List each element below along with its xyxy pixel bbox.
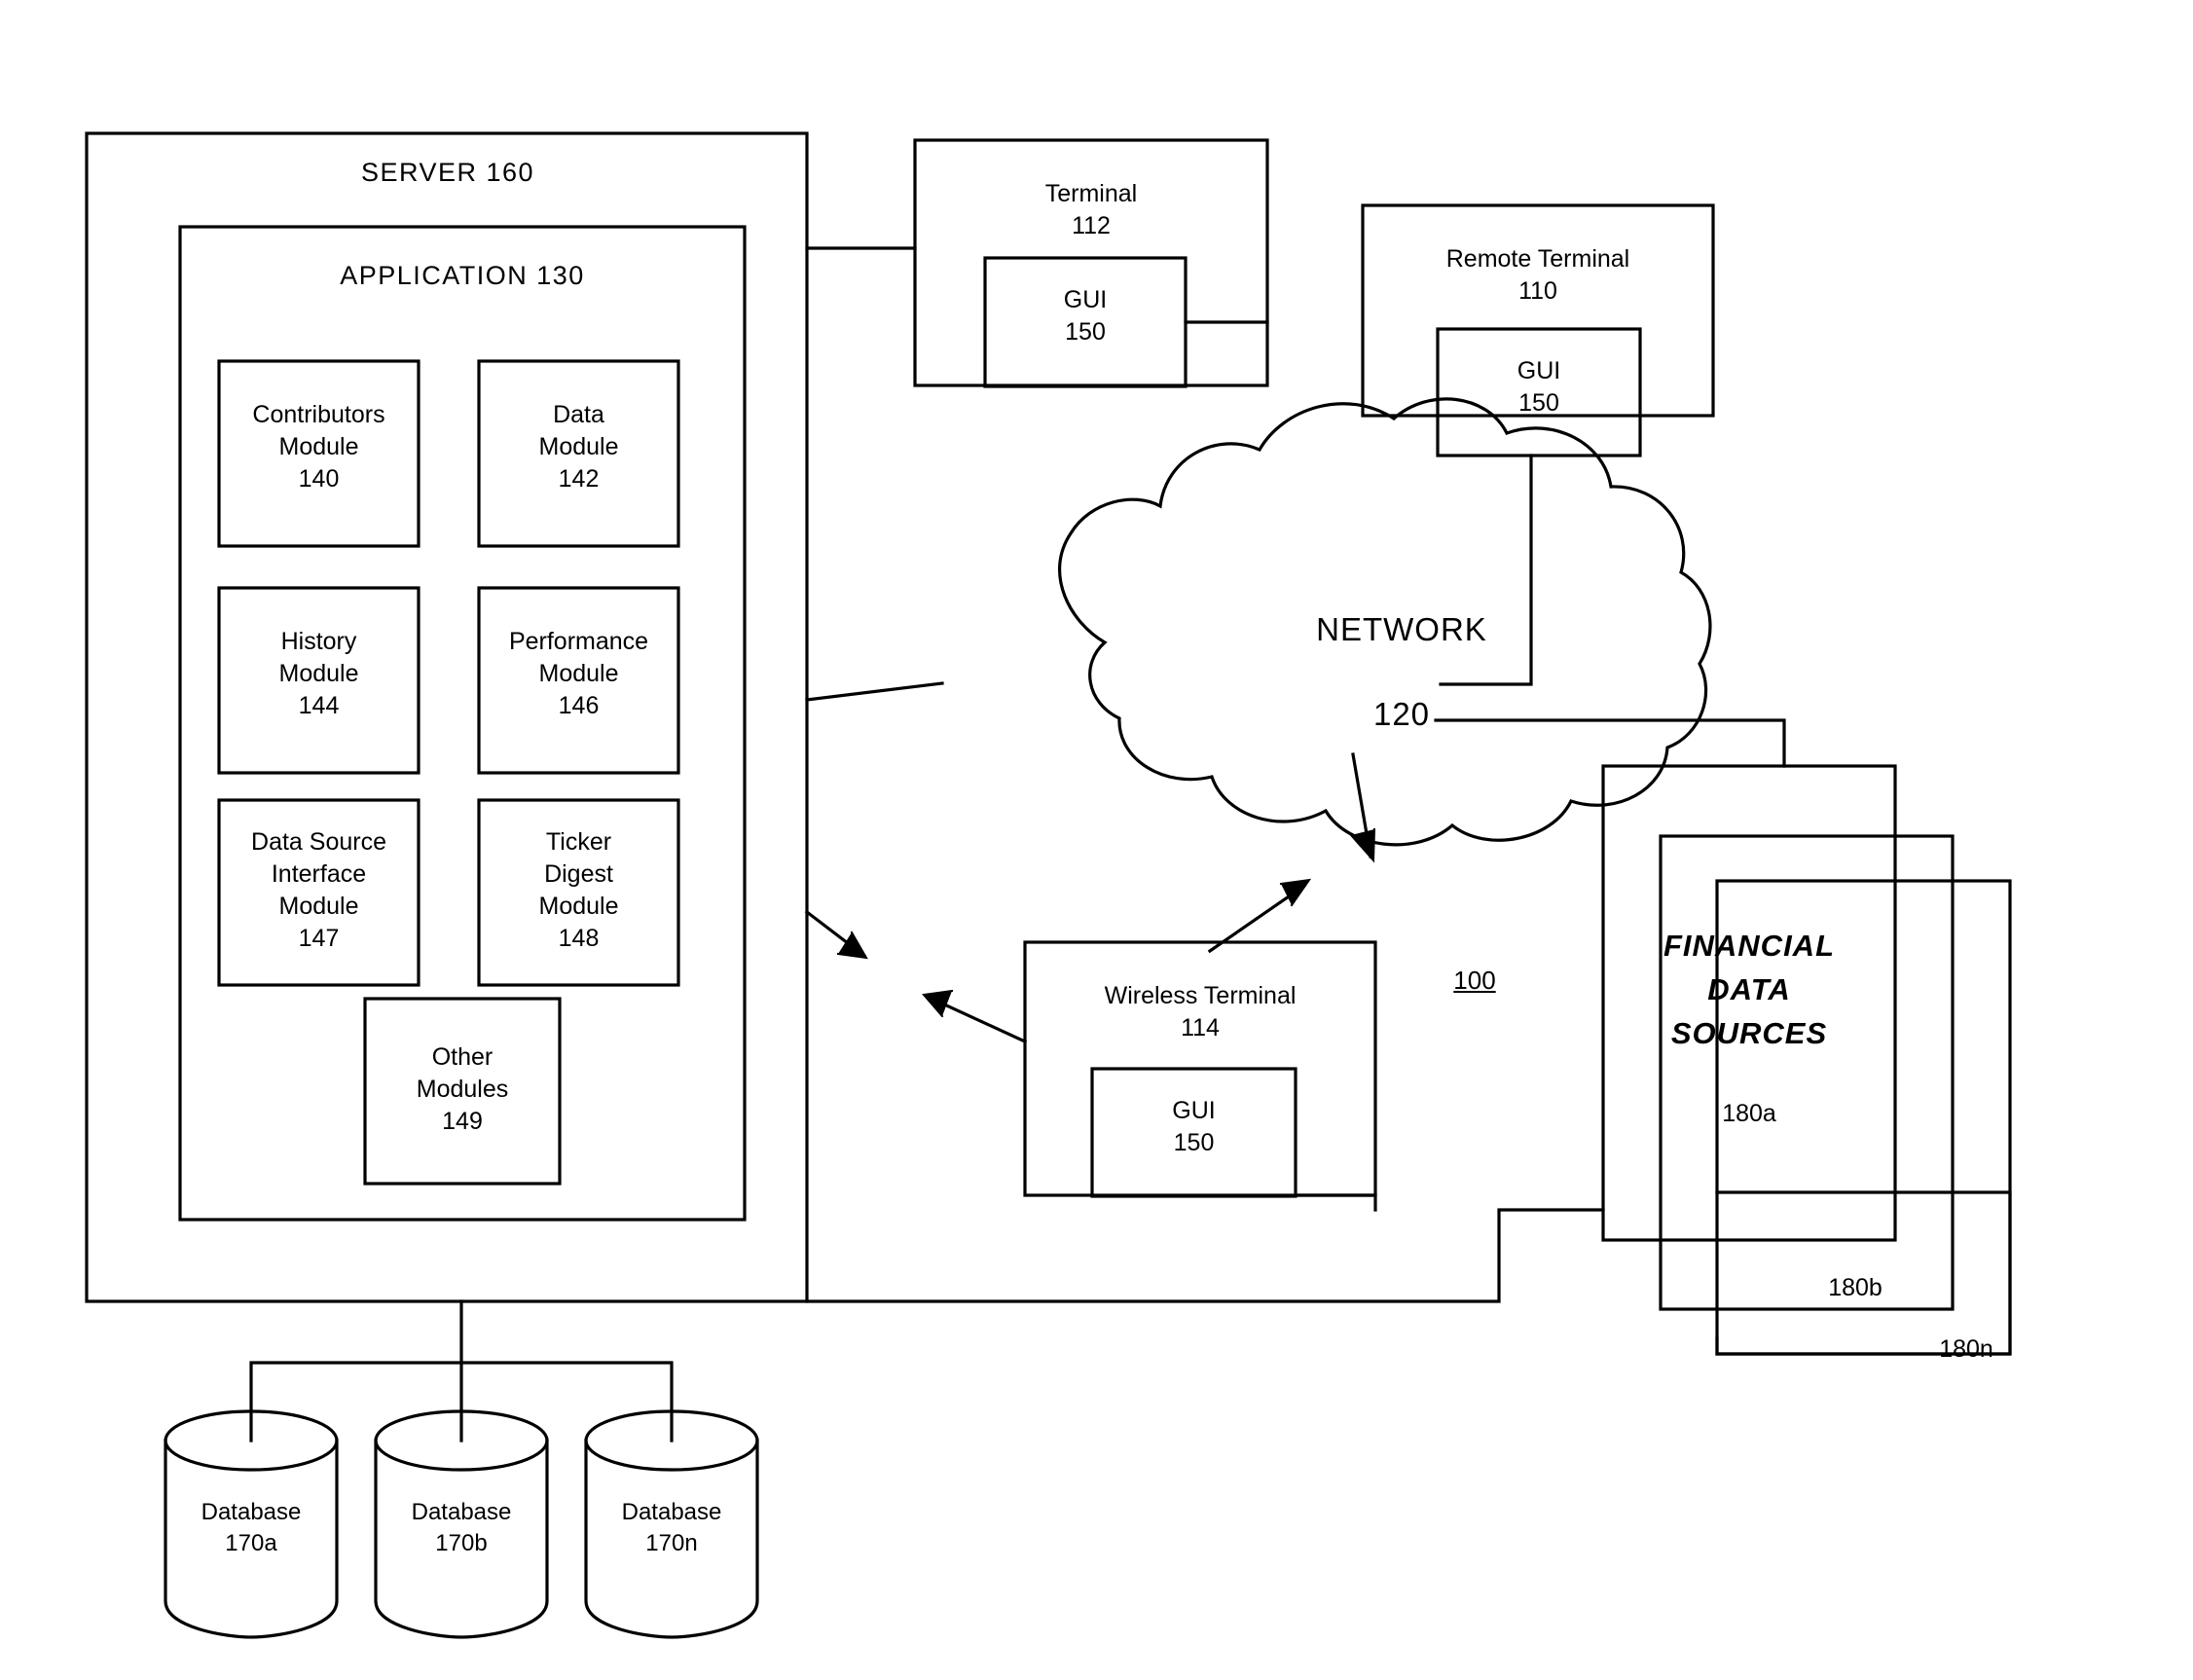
financial-data-sources-label: FINANCIAL DATA SOURCES: [1663, 929, 1836, 1050]
terminal-box-outline: [913, 138, 1269, 387]
arrow-wireless-to-network-head: [1279, 878, 1312, 907]
figure-reference-numeral: 100: [1453, 966, 1496, 995]
remote-terminal-label: Remote Terminal 110: [1445, 245, 1630, 305]
data-module-label: Data Module 142: [538, 401, 619, 493]
link-wireless-terminal-bus: [1294, 1193, 1377, 1212]
financial-data-sources-middle-number: 180b: [1828, 1274, 1882, 1301]
link-server-to-network: [805, 681, 944, 702]
history-module-label: History Module 144: [278, 628, 359, 719]
database-2-label: Database 170b: [411, 1499, 512, 1556]
financial-data-sources-back-number: 180n: [1939, 1335, 1993, 1363]
network-label: NETWORK: [1316, 611, 1487, 647]
database-1-label: Database 170a: [201, 1499, 302, 1556]
wireless-terminal-gui-label: GUI 150: [1172, 1097, 1216, 1156]
performance-module-label: Performance Module 146: [508, 628, 649, 719]
financial-data-sources-front-number: 180a: [1722, 1100, 1776, 1127]
terminal-gui-label: GUI 150: [1063, 286, 1108, 346]
arrow-network-down-head: [1349, 827, 1376, 863]
network-number: 120: [1372, 696, 1431, 732]
patent-figure-canvas: SERVER 160 APPLICATION 130 Contributors …: [0, 0, 2193, 1680]
database-3-label: Database 170n: [621, 1499, 722, 1556]
server-title: SERVER 160: [360, 158, 535, 187]
contributors-module-label: Contributors Module 140: [252, 401, 385, 493]
application-title: APPLICATION 130: [340, 261, 585, 290]
fds-middle-sheet-rect: [1659, 834, 1955, 1311]
other-modules-label: Other Modules 149: [416, 1043, 509, 1135]
data-source-interface-module-label: Data Source Interface Module 147: [251, 828, 386, 952]
wireless-terminal-label: Wireless Terminal 114: [1104, 982, 1297, 1041]
arrow-server-to-wireless-head: [836, 931, 868, 960]
terminal-label: Terminal 112: [1044, 180, 1138, 239]
remote-terminal-gui-label: GUI 150: [1517, 357, 1561, 417]
link-fds-to-server: [805, 1208, 1605, 1303]
ticker-digest-module-label: Ticker Digest Module 148: [538, 828, 619, 952]
arrow-wireless-left-head: [922, 989, 954, 1018]
